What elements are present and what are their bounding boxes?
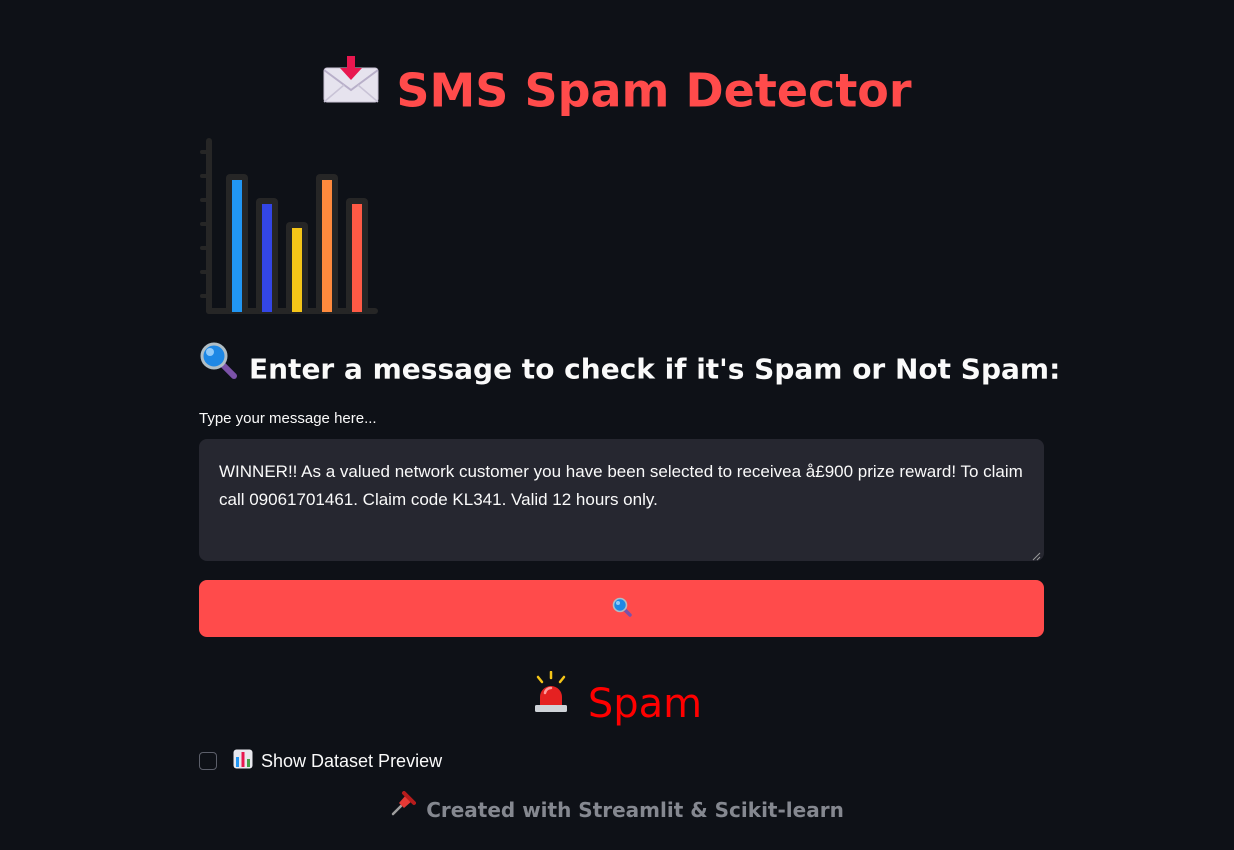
check-spam-button[interactable] (199, 580, 1044, 637)
pushpin-icon (390, 791, 417, 825)
message-input-label: Type your message here... (199, 410, 377, 427)
footer-text: Created with Streamlit & Scikit-learn (426, 798, 844, 822)
prediction-label: Spam (587, 681, 703, 727)
prediction-result: Spam (0, 670, 1234, 734)
magnifying-glass-icon (199, 341, 237, 392)
magnifying-glass-icon (612, 597, 632, 620)
show-dataset-preview-label: Show Dataset Preview (261, 750, 443, 771)
bar-chart-emoji-icon (233, 749, 253, 774)
app-page: SMS Spam Detector Enter a message to che… (0, 0, 1234, 850)
page-title: SMS Spam Detector (0, 56, 1234, 123)
prompt-subheader: Enter a message to check if it's Spam or… (199, 341, 1060, 395)
page-title-text: SMS Spam Detector (396, 63, 912, 118)
envelope-with-arrow-icon (322, 54, 380, 119)
checkbox-input[interactable] (199, 752, 217, 770)
footer-credit: Created with Streamlit & Scikit-learn (0, 791, 1234, 827)
message-textarea[interactable]: WINNER!! As a valued network customer yo… (199, 439, 1044, 561)
show-dataset-preview-checkbox[interactable]: Show Dataset Preview (199, 748, 442, 774)
bar-chart-illustration (198, 136, 380, 318)
message-textarea-container: WINNER!! As a valued network customer yo… (199, 439, 1044, 561)
resize-handle-icon[interactable] (1031, 548, 1041, 561)
police-siren-icon (532, 670, 570, 730)
prompt-subheader-text: Enter a message to check if it's Spam or… (249, 352, 1061, 386)
